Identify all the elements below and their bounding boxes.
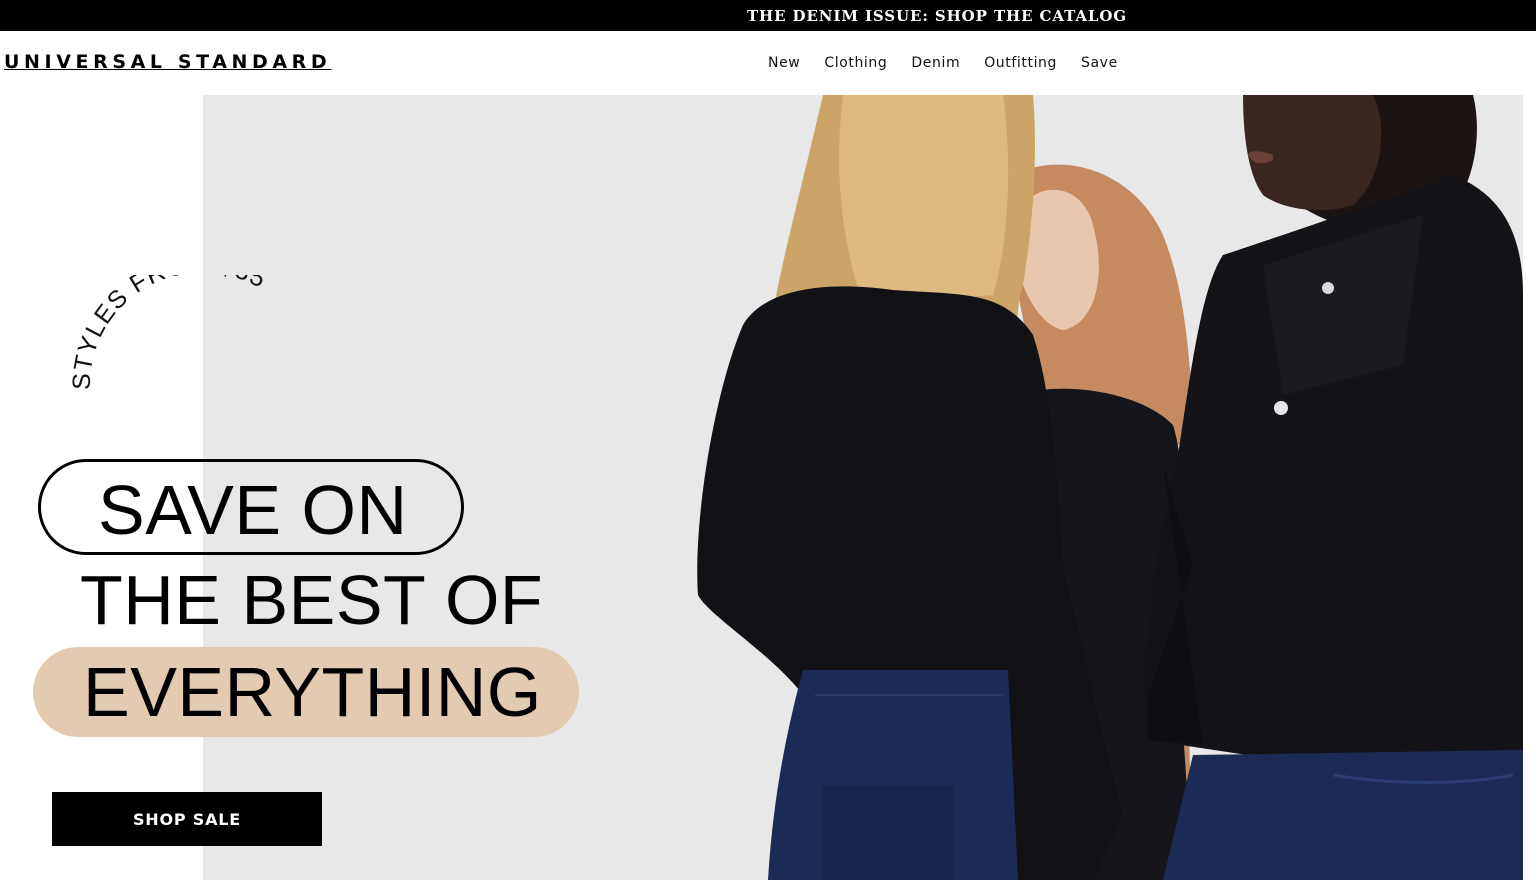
arc-tagline: STYLES FROM $35: [68, 275, 272, 390]
headline-line-2: THE BEST OF: [80, 561, 544, 639]
shop-sale-button[interactable]: SHOP SALE: [52, 792, 322, 846]
nav-item-new[interactable]: New: [768, 55, 800, 71]
announcement-link[interactable]: THE DENIM ISSUE: SHOP THE CATALOG: [747, 7, 1127, 25]
nav-item-denim[interactable]: Denim: [911, 55, 960, 71]
headline-line-3: EVERYTHING: [83, 653, 542, 731]
nav-item-save[interactable]: Save: [1081, 55, 1118, 71]
headline-pill-outline: SAVE ON: [38, 459, 464, 555]
site-header: UNIVERSAL STANDARD New Clothing Denim Ou…: [0, 31, 1536, 95]
arc-tagline-text: STYLES FROM $35: [68, 275, 270, 390]
main-nav: New Clothing Denim Outfitting Save: [768, 55, 1142, 71]
headline-pill-beige: EVERYTHING: [33, 647, 579, 737]
headline-line-1: SAVE ON: [98, 471, 408, 549]
hero-edge: [1523, 95, 1536, 880]
nav-item-clothing[interactable]: Clothing: [824, 55, 887, 71]
announcement-bar: THE DENIM ISSUE: SHOP THE CATALOG: [0, 0, 1536, 31]
nav-item-outfitting[interactable]: Outfitting: [984, 55, 1057, 71]
brand-logo[interactable]: UNIVERSAL STANDARD: [4, 51, 331, 73]
hero-banner: STYLES FROM $35 SAVE ON THE BEST OF EVER…: [0, 95, 1536, 880]
svg-text:STYLES FROM $35: STYLES FROM $35: [68, 275, 272, 390]
